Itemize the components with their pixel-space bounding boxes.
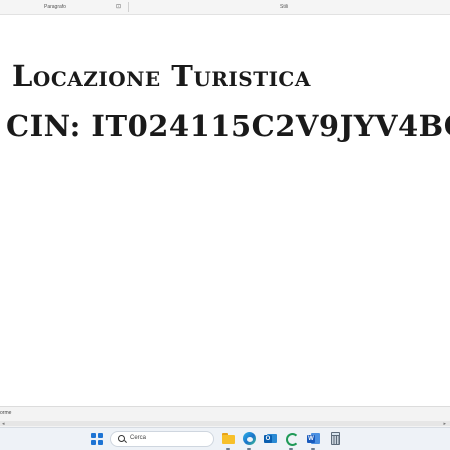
document-cin-line: CIN: IT024115C2V9JYV4BQ bbox=[6, 109, 450, 143]
file-explorer-icon[interactable] bbox=[222, 432, 235, 445]
ribbon-group-paragrafo-label: Paragrafo bbox=[44, 4, 66, 10]
windows-start-icon[interactable] bbox=[91, 433, 103, 445]
calculator-icon[interactable] bbox=[329, 432, 342, 445]
dialog-launcher-icon[interactable]: ⊡ bbox=[116, 3, 121, 10]
word-icon[interactable]: W bbox=[307, 432, 320, 445]
word-window: Paragrafo ⊡ Stili Locazione Turistica CI… bbox=[0, 0, 450, 450]
taskbar-search-box[interactable]: Cerca bbox=[110, 431, 214, 447]
status-bar-text: orme bbox=[0, 410, 12, 416]
outlook-icon[interactable]: O bbox=[264, 432, 277, 445]
search-placeholder: Cerca bbox=[130, 435, 147, 441]
ribbon-group-labels: Paragrafo ⊡ Stili bbox=[0, 0, 450, 15]
taskbar: Cerca O W bbox=[0, 427, 450, 450]
status-bar: orme ◂ ▸ bbox=[0, 406, 450, 427]
document-page[interactable]: Locazione Turistica CIN: IT024115C2V9JYV… bbox=[0, 15, 450, 406]
document-heading-line: Locazione Turistica bbox=[12, 59, 311, 93]
horizontal-scrollbar[interactable]: ◂ ▸ bbox=[0, 421, 450, 427]
ribbon-group-stili-label: Stili bbox=[280, 4, 289, 10]
recycle-app-icon[interactable] bbox=[285, 432, 299, 446]
search-icon bbox=[118, 435, 125, 442]
edge-browser-icon[interactable] bbox=[243, 432, 256, 445]
ribbon-separator bbox=[128, 2, 129, 12]
